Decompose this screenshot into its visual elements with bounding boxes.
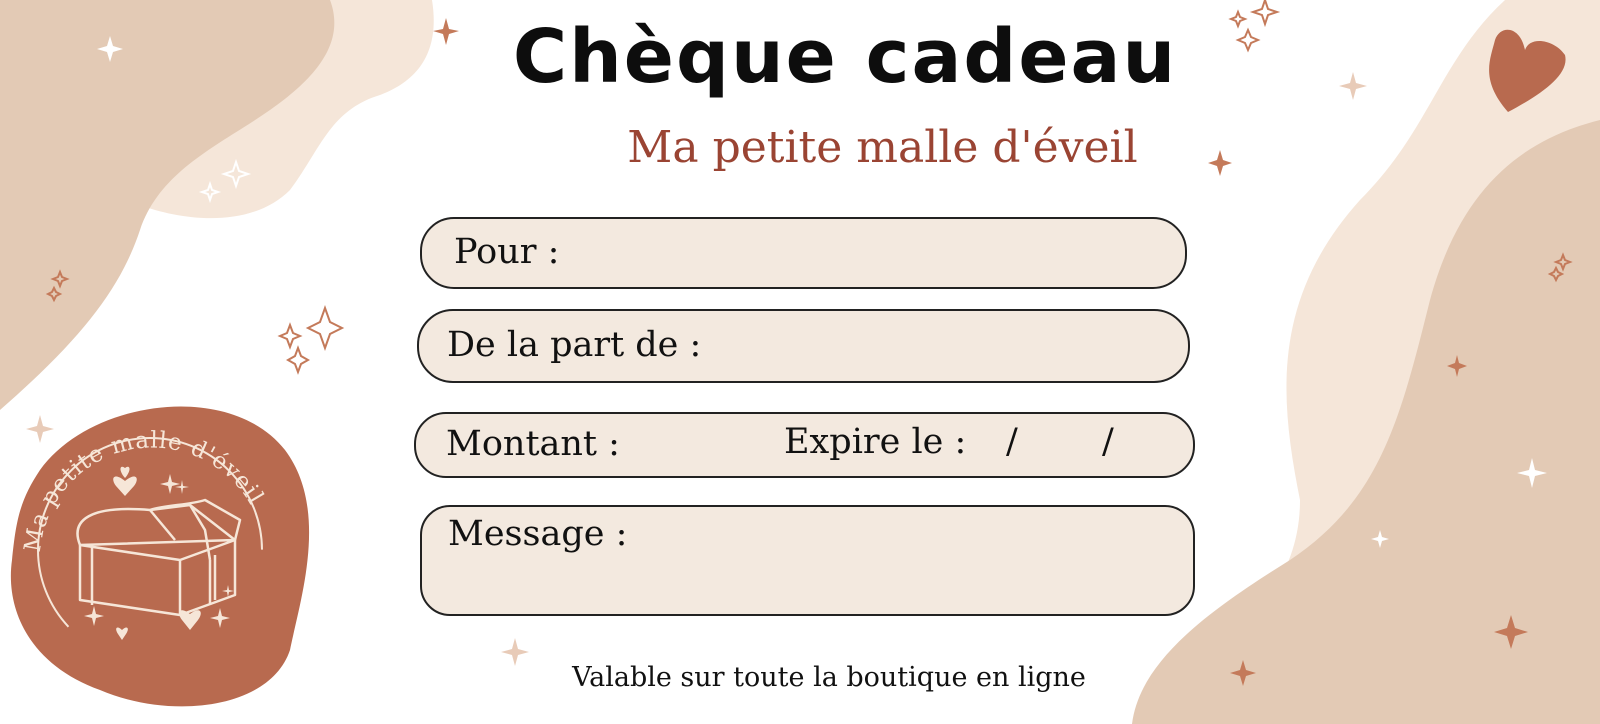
for-label: Pour : [454,232,560,272]
for-field[interactable]: Pour : [420,217,1187,289]
from-label: De la part de : [447,325,702,365]
date-separator-2: / [1102,422,1114,462]
page-subtitle: Ma petite malle d'éveil [627,122,1138,173]
date-separator-1: / [1006,422,1018,462]
page-title: Chèque cadeau [512,14,1178,100]
expiry-label: Expire le : [784,422,967,462]
footer-note: Valable sur toute la boutique en ligne [572,662,1086,693]
from-field[interactable]: De la part de : [417,309,1190,383]
message-label: Message : [448,514,628,554]
amount-expiry-field[interactable]: Montant : Expire le : / / [414,412,1195,478]
amount-label: Montant : [446,424,620,464]
message-field[interactable]: Message : [420,505,1195,616]
